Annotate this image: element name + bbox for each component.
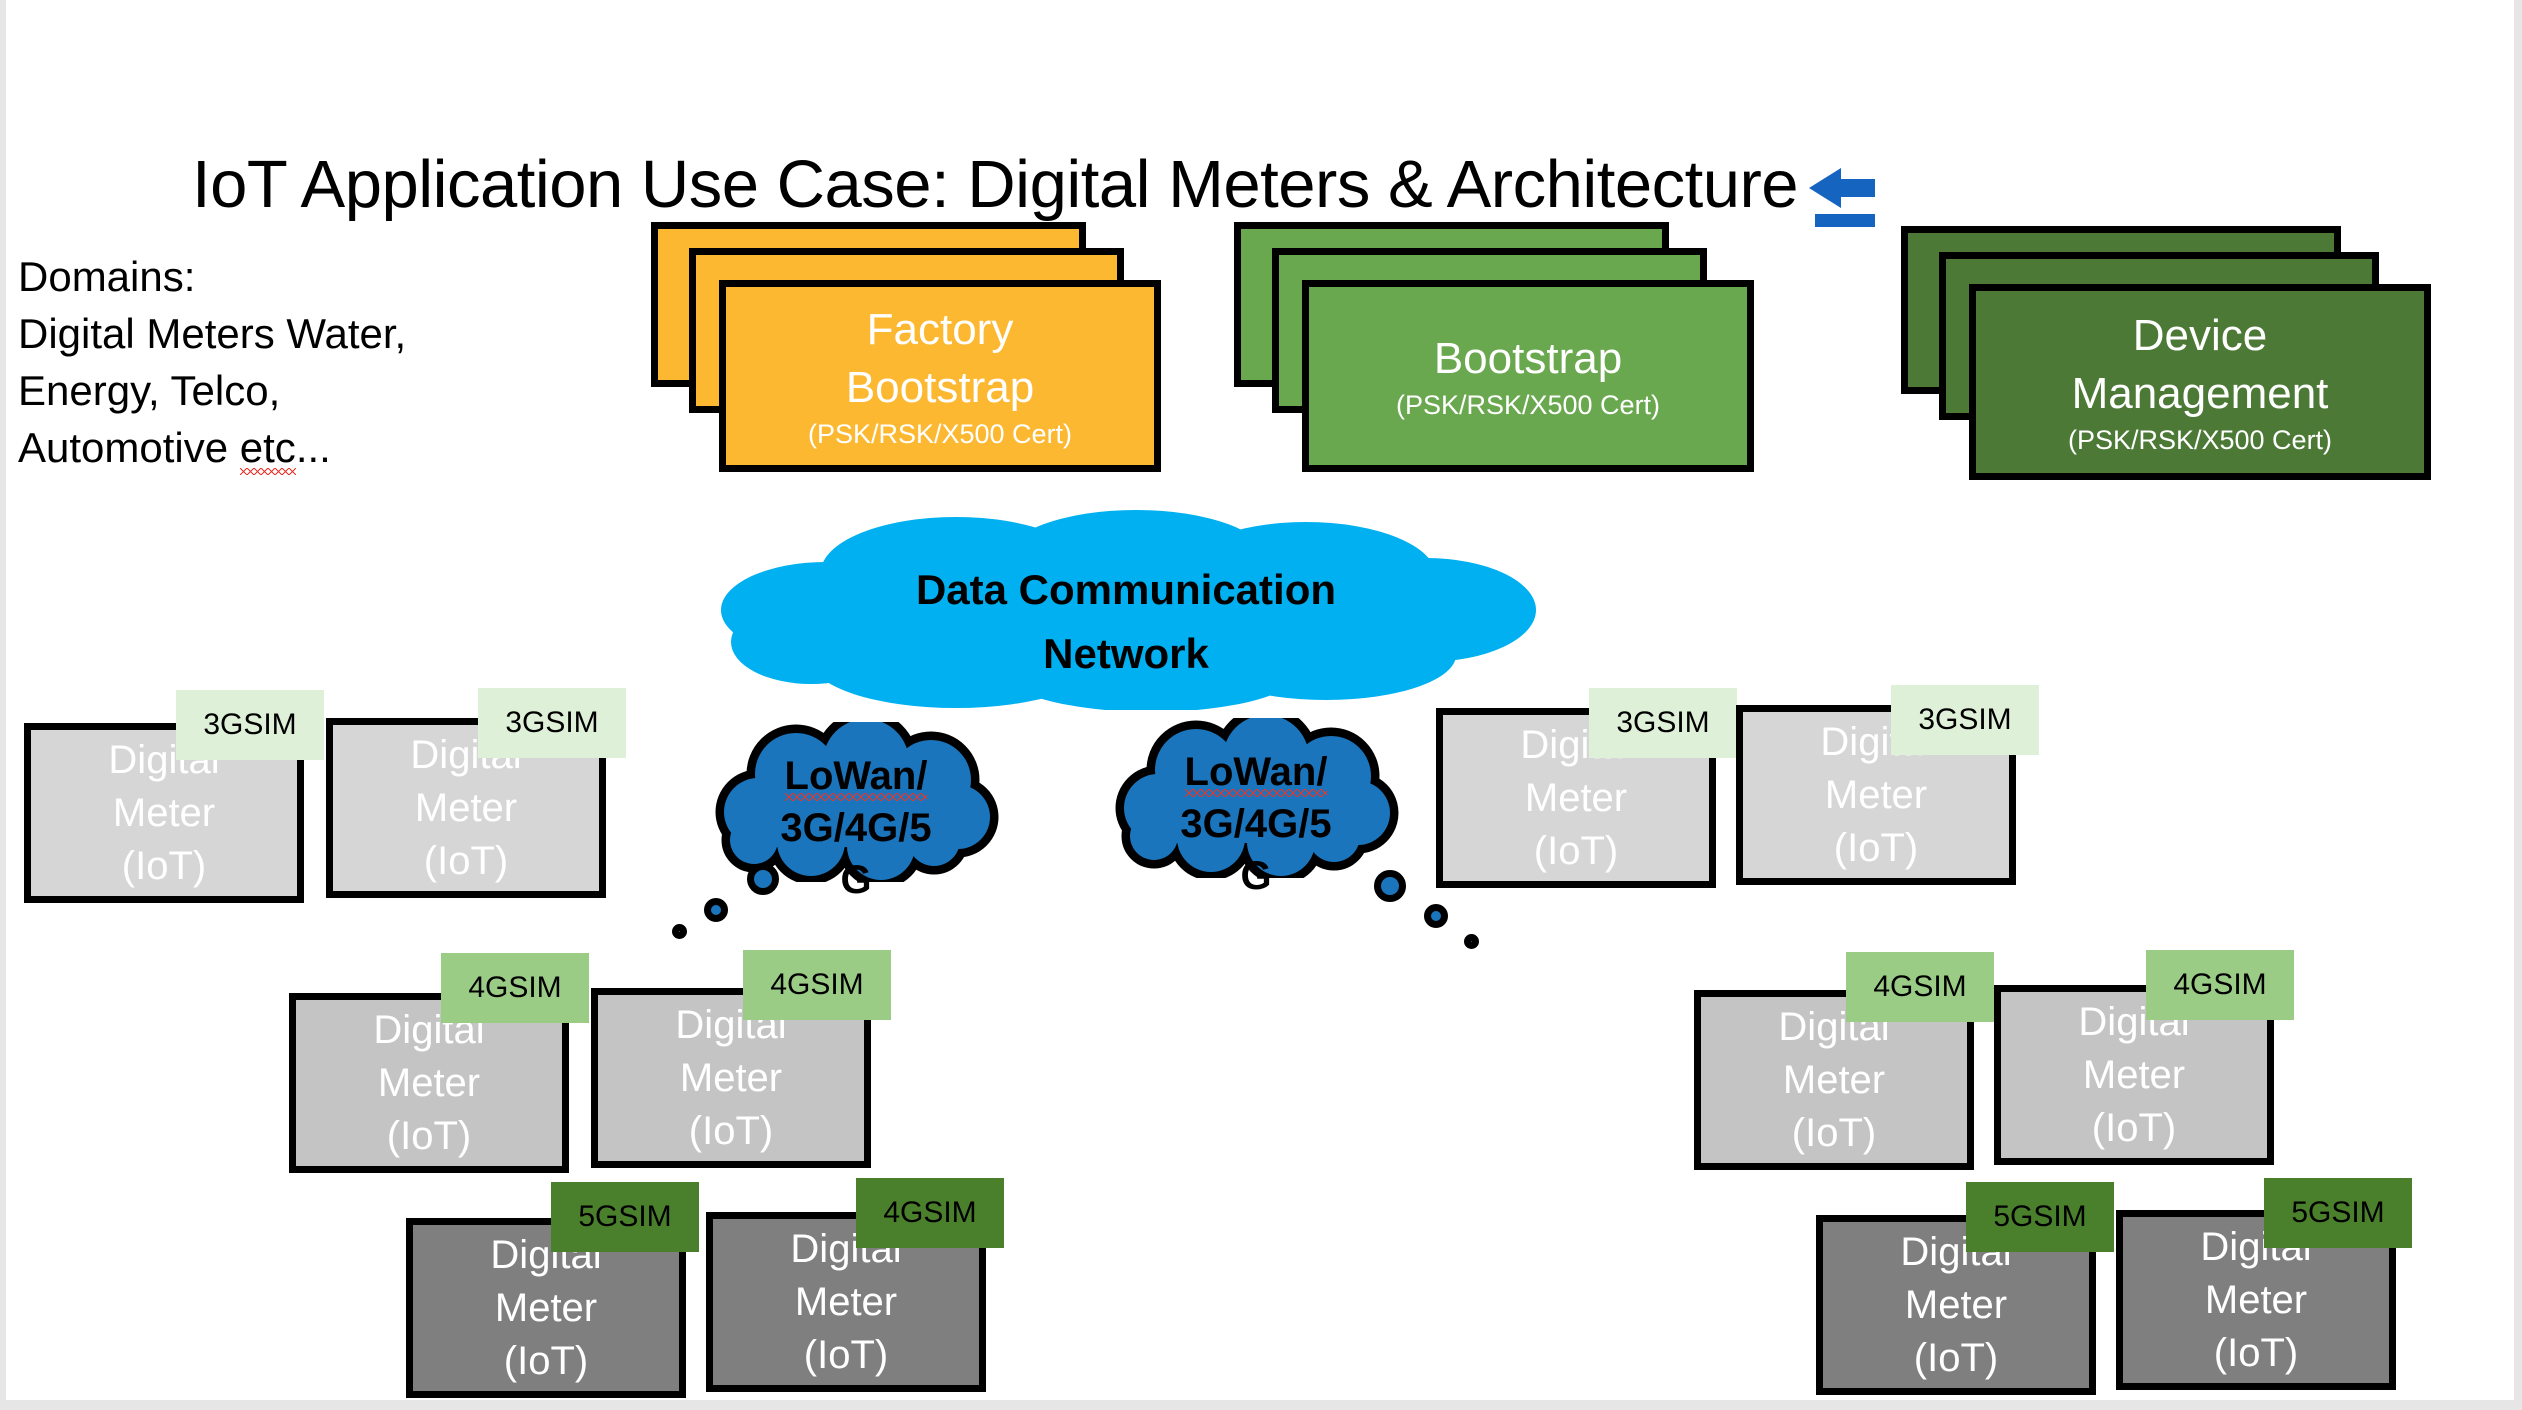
network-cloud-line-1: Data Communication bbox=[915, 566, 1337, 613]
data-communication-network-cloud[interactable]: Data Communication Network bbox=[706, 510, 1546, 712]
meter-line-2: Meter bbox=[2082, 1052, 2186, 1097]
domains-line-2: Digital Meters Water, bbox=[18, 310, 407, 357]
sim-tag[interactable]: 3GSIM bbox=[176, 690, 324, 760]
domains-line-3: Energy, Telco, bbox=[18, 367, 281, 414]
thought-bubble-dot-medium bbox=[704, 898, 728, 922]
factory-bootstrap-card-front[interactable]: Factory Bootstrap (PSK/RSK/X500 Cert) bbox=[719, 280, 1161, 472]
meter-line-3: (IoT) bbox=[386, 1113, 472, 1158]
meter-line-3: (IoT) bbox=[2213, 1330, 2299, 1375]
slide-canvas: IoT Application Use Case: Digital Meters… bbox=[6, 0, 2514, 1400]
bootstrap-subtitle: (PSK/RSK/X500 Cert) bbox=[1395, 390, 1661, 420]
lowan-right-line-2: 3G/4G/5 bbox=[1180, 802, 1332, 846]
sim-tag[interactable]: 3GSIM bbox=[1891, 685, 2039, 755]
network-cloud-label: Data Communication Network bbox=[706, 558, 1546, 686]
arrow-left-icon[interactable] bbox=[1801, 162, 1881, 232]
factory-bootstrap-title-line-1: Factory bbox=[866, 305, 1014, 354]
network-cloud-line-2: Network bbox=[1043, 630, 1209, 677]
meter-line-3: (IoT) bbox=[503, 1338, 589, 1383]
domains-line-4-a: Automotive bbox=[18, 424, 240, 471]
factory-bootstrap-subtitle: (PSK/RSK/X500 Cert) bbox=[807, 419, 1073, 449]
page-title: IoT Application Use Case: Digital Meters… bbox=[192, 147, 1799, 222]
device-management-card-front[interactable]: Device Management (PSK/RSK/X500 Cert) bbox=[1969, 284, 2431, 480]
lowan-right-line-3: G bbox=[1240, 854, 1272, 898]
lowan-right-line-1: LoWan/ bbox=[1136, 746, 1376, 798]
domains-label: Domains: bbox=[18, 253, 196, 300]
sim-tag[interactable]: 5GSIM bbox=[551, 1182, 699, 1252]
domains-misspelled-word: etc bbox=[239, 424, 296, 475]
bootstrap-card-front[interactable]: Bootstrap (PSK/RSK/X500 Cert) bbox=[1302, 280, 1754, 472]
meter-line-2: Meter bbox=[112, 790, 216, 835]
meter-line-3: (IoT) bbox=[803, 1332, 889, 1377]
meter-line-2: Meter bbox=[1782, 1057, 1886, 1102]
meter-line-2: Meter bbox=[794, 1279, 898, 1324]
lowan-cloud-right[interactable]: LoWan/ 3G/4G/5 G bbox=[1106, 706, 1479, 949]
sim-tag[interactable]: 4GSIM bbox=[2146, 950, 2294, 1020]
lowan-left-line-1: LoWan/ bbox=[736, 750, 976, 802]
meter-line-3: (IoT) bbox=[1913, 1335, 1999, 1380]
device-management-title-line-2: Management bbox=[2071, 369, 2329, 418]
sim-tag[interactable]: 4GSIM bbox=[743, 950, 891, 1020]
meter-line-3: (IoT) bbox=[121, 843, 207, 888]
thought-bubble-dot-large bbox=[747, 863, 779, 895]
device-management-subtitle: (PSK/RSK/X500 Cert) bbox=[2067, 425, 2333, 455]
meter-line-3: (IoT) bbox=[1533, 828, 1619, 873]
device-management-title-line-1: Device bbox=[2132, 311, 2268, 360]
meter-line-3: (IoT) bbox=[1833, 825, 1919, 870]
bootstrap-stack[interactable]: Bootstrap (PSK/RSK/X500 Cert) bbox=[1234, 222, 1754, 472]
lowan-left-line-2: 3G/4G/5 bbox=[780, 806, 932, 850]
domains-text-block: Domains: Digital Meters Water, Energy, T… bbox=[18, 248, 448, 476]
thought-bubble-dot-small bbox=[1464, 934, 1479, 949]
thought-bubble-dot-medium bbox=[1424, 904, 1448, 928]
meter-line-2: Meter bbox=[1824, 772, 1928, 817]
device-management-stack[interactable]: Device Management (PSK/RSK/X500 Cert) bbox=[1901, 226, 2431, 480]
bootstrap-title-line-1: Bootstrap bbox=[1433, 334, 1623, 383]
lowan-right-label: LoWan/ 3G/4G/5 G bbox=[1136, 746, 1376, 902]
meter-line-2: Meter bbox=[2204, 1277, 2308, 1322]
sim-tag[interactable]: 3GSIM bbox=[478, 688, 626, 758]
thought-bubble-dot-large bbox=[1374, 870, 1406, 902]
lowan-cloud-left[interactable]: LoWan/ 3G/4G/5 G bbox=[672, 710, 1006, 939]
sim-tag[interactable]: 4GSIM bbox=[441, 953, 589, 1023]
meter-line-3: (IoT) bbox=[1791, 1110, 1877, 1155]
thought-bubble-dot-small bbox=[672, 924, 687, 939]
meter-line-2: Meter bbox=[494, 1285, 598, 1330]
sim-tag[interactable]: 5GSIM bbox=[1966, 1182, 2114, 1252]
meter-line-3: (IoT) bbox=[2091, 1105, 2177, 1150]
factory-bootstrap-title-line-2: Bootstrap bbox=[845, 363, 1035, 412]
sim-tag[interactable]: 4GSIM bbox=[856, 1178, 1004, 1248]
factory-bootstrap-stack[interactable]: Factory Bootstrap (PSK/RSK/X500 Cert) bbox=[651, 222, 1161, 472]
domains-line-4: Automotive etc... bbox=[18, 419, 448, 476]
sim-tag[interactable]: 5GSIM bbox=[2264, 1178, 2412, 1248]
meter-line-2: Meter bbox=[1524, 775, 1628, 820]
meter-line-3: (IoT) bbox=[688, 1108, 774, 1153]
meter-line-2: Meter bbox=[377, 1060, 481, 1105]
meter-line-3: (IoT) bbox=[423, 838, 509, 883]
sim-tag[interactable]: 4GSIM bbox=[1846, 952, 1994, 1022]
sim-tag[interactable]: 3GSIM bbox=[1589, 688, 1737, 758]
domains-line-4-c: ... bbox=[295, 424, 331, 471]
meter-line-2: Meter bbox=[414, 785, 518, 830]
meter-line-2: Meter bbox=[679, 1055, 783, 1100]
meter-line-2: Meter bbox=[1904, 1282, 2008, 1327]
